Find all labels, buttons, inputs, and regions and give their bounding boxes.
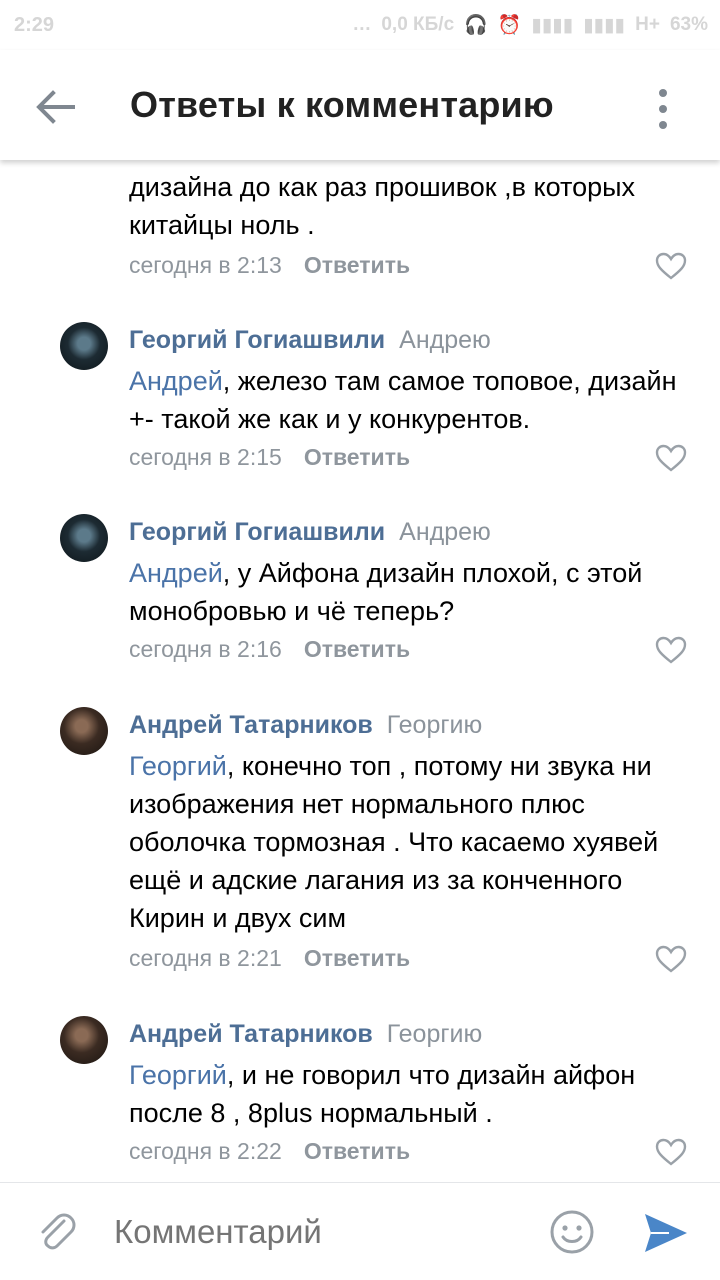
status-bar: 2:29 … 0,0 КБ/с 🎧 ⏰ ▮▮▮▮ ▮▮▮▮ H+ 63% xyxy=(0,0,720,50)
network-speed: 0,0 КБ/с xyxy=(381,14,455,35)
comment-time: сегодня в 2:15 xyxy=(129,444,282,470)
mention-link[interactable]: Андрей xyxy=(129,558,223,588)
back-arrow-icon[interactable] xyxy=(30,82,80,132)
comment-meta: сегодня в 2:16 Ответить xyxy=(129,636,410,663)
comment-text: Андрей, железо там самое топовое, дизайн… xyxy=(129,362,699,438)
reply-button[interactable]: Ответить xyxy=(304,444,410,470)
status-icons: … 0,0 КБ/с 🎧 ⏰ ▮▮▮▮ ▮▮▮▮ H+ 63% xyxy=(352,13,708,37)
avatar[interactable] xyxy=(60,1016,108,1064)
toolbar: Ответы к комментарию xyxy=(0,50,720,160)
comment-meta: сегодня в 2:22 Ответить xyxy=(129,1138,410,1165)
heart-icon[interactable] xyxy=(655,1138,687,1166)
mention-link[interactable]: Андрей xyxy=(129,366,223,396)
alarm-icon: ⏰ xyxy=(497,15,522,36)
comment-text: дизайна до как раз прошивок ,в которых к… xyxy=(129,172,636,240)
reply-to[interactable]: Георгию xyxy=(387,1020,482,1048)
comment-header: Андрей Татарников Георгию xyxy=(129,1020,482,1049)
comment-text: Георгий, конечно топ , потому ни звука н… xyxy=(129,747,699,937)
comment-time: сегодня в 2:13 xyxy=(129,252,282,278)
mention-link[interactable]: Георгий xyxy=(129,1060,227,1090)
comment-text: Андрей, у Айфона дизайн плохой, с этой м… xyxy=(129,554,699,630)
battery-level: 63% xyxy=(669,14,708,35)
comment-meta: сегодня в 2:13 Ответить xyxy=(129,252,410,279)
comment-header: Георгий Гогиашвили Андрею xyxy=(129,518,491,547)
comment-time: сегодня в 2:16 xyxy=(129,636,282,662)
more-menu-icon[interactable] xyxy=(648,84,678,134)
avatar[interactable] xyxy=(60,322,108,370)
comment-meta: сегодня в 2:15 Ответить xyxy=(129,444,410,471)
reply-button[interactable]: Ответить xyxy=(304,636,410,662)
heart-icon[interactable] xyxy=(655,636,687,664)
signal-icon-2: ▮▮▮▮ xyxy=(583,14,626,36)
mention-link[interactable]: Георгий xyxy=(129,751,227,781)
status-time: 2:29 xyxy=(14,14,55,36)
signal-icon: ▮▮▮▮ xyxy=(531,14,574,36)
page-title: Ответы к комментарию xyxy=(130,84,554,125)
network-type: H+ xyxy=(635,14,660,35)
heart-icon[interactable] xyxy=(655,945,687,973)
comment-author[interactable]: Георгий Гогиашвили xyxy=(129,518,385,546)
reply-to[interactable]: Андрею xyxy=(399,518,491,546)
comments-list: дизайна до как раз прошивок ,в которых к… xyxy=(0,160,720,1182)
reply-to[interactable]: Георгию xyxy=(387,711,482,739)
status-dots: … xyxy=(352,14,372,35)
heart-icon[interactable] xyxy=(655,252,687,280)
comment-input[interactable] xyxy=(114,1213,514,1251)
comment-time: сегодня в 2:22 xyxy=(129,1138,282,1164)
comment-meta: сегодня в 2:21 Ответить xyxy=(129,945,410,972)
comment-header: Георгий Гогиашвили Андрею xyxy=(129,326,491,355)
emoji-icon[interactable] xyxy=(549,1209,595,1255)
send-icon[interactable] xyxy=(643,1211,689,1255)
comment-text: Георгий, и не говорил что дизайн айфон п… xyxy=(129,1056,699,1132)
avatar[interactable] xyxy=(60,707,108,755)
headphones-icon: 🎧 xyxy=(464,15,488,36)
reply-to[interactable]: Андрею xyxy=(399,326,491,354)
comment-input-bar xyxy=(0,1182,720,1280)
comment-header: Андрей Татарников Георгию xyxy=(129,711,482,740)
reply-button[interactable]: Ответить xyxy=(304,945,410,971)
reply-button[interactable]: Ответить xyxy=(304,252,410,278)
paperclip-icon[interactable] xyxy=(34,1209,80,1255)
reply-button[interactable]: Ответить xyxy=(304,1138,410,1164)
avatar[interactable] xyxy=(60,514,108,562)
comment-time: сегодня в 2:21 xyxy=(129,945,282,971)
comment-author[interactable]: Андрей Татарников xyxy=(129,1020,373,1048)
heart-icon[interactable] xyxy=(655,444,687,472)
comment-author[interactable]: Георгий Гогиашвили xyxy=(129,326,385,354)
comment-author[interactable]: Андрей Татарников xyxy=(129,711,373,739)
